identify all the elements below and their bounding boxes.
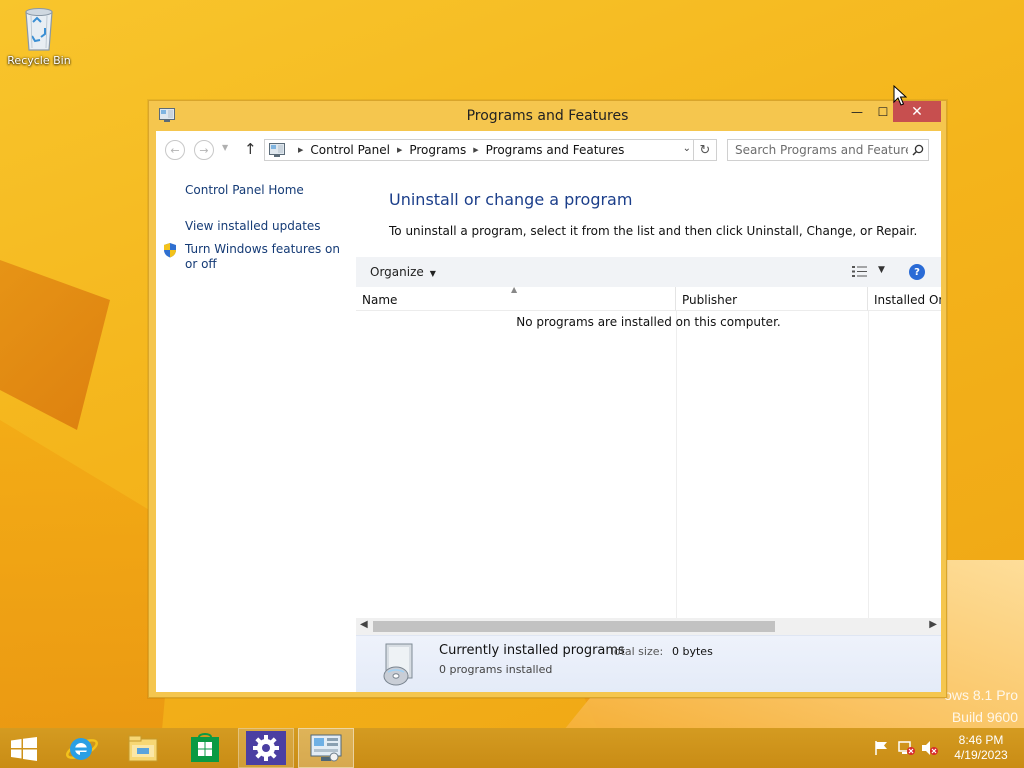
title-bar[interactable]: Programs and Features — ☐ ✕ <box>149 101 946 131</box>
volume-muted-icon[interactable] <box>921 740 939 756</box>
content-area: Control Panel Home View installed update… <box>156 169 941 692</box>
chevron-down-icon: ▼ <box>429 269 436 278</box>
taskbar-control-panel[interactable] <box>298 728 354 768</box>
refresh-button[interactable]: ↻ <box>693 139 717 161</box>
column-name-label: Name <box>362 293 398 307</box>
control-panel-icon <box>310 734 342 762</box>
settings-icon <box>253 735 279 761</box>
taskbar-settings[interactable] <box>238 728 294 768</box>
watermark-edition: ows 8.1 Pro <box>944 687 1018 703</box>
view-options-button[interactable] <box>852 265 868 278</box>
breadcrumb-separator-icon[interactable]: ▶ <box>473 146 478 154</box>
action-center-flag-icon[interactable] <box>873 740 891 756</box>
breadcrumb-control-panel[interactable]: Control Panel <box>310 143 390 157</box>
up-button[interactable]: ↑ <box>244 140 257 158</box>
start-icon <box>11 737 37 761</box>
taskbar-store[interactable] <box>177 728 233 768</box>
address-dropdown-icon[interactable]: ⌄ <box>683 143 691 154</box>
clock-time: 8:46 PM <box>958 733 1004 747</box>
scroll-right-icon[interactable]: ▶ <box>929 619 937 630</box>
page-title: Uninstall or change a program <box>389 190 633 209</box>
search-input[interactable] <box>728 143 908 157</box>
organize-button[interactable]: Organize ▼ <box>370 265 436 279</box>
scroll-left-icon[interactable]: ◀ <box>360 619 368 630</box>
internet-explorer-icon <box>66 738 98 760</box>
breadcrumb-separator-icon[interactable]: ▶ <box>397 146 402 154</box>
breadcrumb-separator-icon[interactable]: ▶ <box>298 146 303 154</box>
control-panel-home-link[interactable]: Control Panel Home <box>185 183 304 198</box>
taskbar: 8:46 PM 4/19/2023 <box>0 728 1024 768</box>
total-size-label: Total size: <box>609 645 664 658</box>
programs-list[interactable]: ▲ Name Publisher Installed On No program… <box>356 285 941 618</box>
file-explorer-icon <box>128 735 158 762</box>
horizontal-scrollbar[interactable]: ◀ ▶ <box>356 618 941 635</box>
programs-and-features-window: Programs and Features — ☐ ✕ ← → ▼ ↑ ▶ Co… <box>148 100 947 698</box>
mouse-cursor-icon <box>893 85 907 106</box>
windows-features-link[interactable]: Turn Windows features on or off <box>185 242 350 272</box>
programs-count: 0 programs installed <box>439 663 553 676</box>
view-dropdown-icon[interactable]: ▼ <box>878 265 885 275</box>
sort-ascending-icon: ▲ <box>511 285 518 294</box>
breadcrumb-programs[interactable]: Programs <box>409 143 466 157</box>
empty-list-message: No programs are installed on this comput… <box>516 315 781 329</box>
taskbar-internet-explorer[interactable] <box>54 728 110 768</box>
tasks-pane: Control Panel Home View installed update… <box>156 169 356 692</box>
details-pane: Currently installed programs Total size:… <box>356 635 941 692</box>
column-header-publisher[interactable]: Publisher <box>676 287 868 311</box>
column-divider <box>868 311 869 618</box>
system-clock[interactable]: 8:46 PM 4/19/2023 <box>946 733 1016 763</box>
store-icon <box>191 733 219 762</box>
chevron-down-icon: ▼ <box>222 143 229 152</box>
clock-date: 4/19/2023 <box>954 748 1008 762</box>
up-arrow-icon: ↑ <box>244 140 257 158</box>
uac-shield-icon <box>162 242 178 258</box>
refresh-icon: ↻ <box>699 142 711 158</box>
recycle-bin-label: Recycle Bin <box>7 54 71 67</box>
column-header-name[interactable]: ▲ Name <box>356 285 676 311</box>
column-header-installed-on[interactable]: Installed On <box>868 287 941 311</box>
back-button[interactable]: ← <box>165 140 185 160</box>
total-size-value: 0 bytes <box>672 645 713 658</box>
view-installed-updates-link[interactable]: View installed updates <box>185 219 321 234</box>
details-title: Currently installed programs <box>439 643 625 658</box>
search-icon[interactable] <box>908 140 928 160</box>
column-divider <box>676 311 677 618</box>
os-watermark: ows 8.1 Pro Build 9600 <box>944 684 1018 728</box>
window-title: Programs and Features <box>466 108 629 124</box>
back-arrow-icon: ← <box>170 143 180 157</box>
settings-tile <box>246 731 286 765</box>
taskbar-file-explorer[interactable] <box>115 728 171 768</box>
details-view-icon <box>852 266 867 277</box>
forward-arrow-icon: → <box>199 143 209 157</box>
control-panel-icon <box>269 143 285 157</box>
breadcrumb-programs-and-features[interactable]: Programs and Features <box>486 143 625 157</box>
breadcrumb[interactable]: ▶ Control Panel ▶ Programs ▶ Programs an… <box>264 139 694 161</box>
watermark-build: Build 9600 <box>951 709 1018 725</box>
network-icon[interactable] <box>898 740 916 756</box>
minimize-button[interactable]: — <box>843 101 871 122</box>
organize-label: Organize <box>370 265 424 279</box>
help-button[interactable]: ? <box>909 264 925 280</box>
page-description: To uninstall a program, select it from t… <box>389 224 918 238</box>
installed-programs-icon <box>378 642 420 688</box>
address-row: ← → ▼ ↑ ▶ Control Panel ▶ Programs ▶ Pro… <box>156 131 941 169</box>
recent-locations-button[interactable]: ▼ <box>222 143 228 152</box>
recycle-bin-icon <box>22 6 56 52</box>
forward-button[interactable]: → <box>194 140 214 160</box>
start-button[interactable] <box>10 737 38 761</box>
search-box[interactable] <box>727 139 929 161</box>
scrollbar-thumb[interactable] <box>373 621 775 632</box>
recycle-bin-shortcut[interactable]: Recycle Bin <box>6 6 72 67</box>
command-bar: Organize ▼ ▼ ? <box>356 257 941 287</box>
